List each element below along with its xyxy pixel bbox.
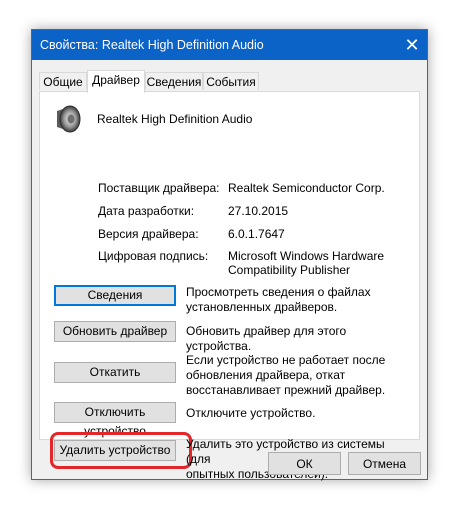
cancel-button[interactable]: Отмена — [348, 452, 421, 475]
tab-details[interactable]: Сведения — [145, 72, 203, 90]
update-driver-description: Обновить драйвер для этого устройства. — [186, 324, 406, 354]
title-bar[interactable]: Свойства: Realtek High Definition Audio … — [32, 30, 427, 60]
date-label: Дата разработки: — [98, 204, 195, 218]
tab-events[interactable]: События — [203, 72, 259, 90]
signature-value-line1: Microsoft Windows Hardware — [228, 249, 385, 263]
signature-label: Цифровая подпись: — [98, 249, 209, 263]
signature-value: Microsoft Windows Hardware Compatibility… — [228, 249, 384, 277]
signature-value-line2: Compatibility Publisher — [228, 263, 351, 277]
rollback-description: Если устройство не работает после обновл… — [186, 353, 406, 398]
details-desc-line2: установленных драйверов. — [186, 300, 338, 314]
rollback-desc-line1: Если устройство не работает после — [186, 353, 386, 367]
disable-device-button[interactable]: Отключить устройство — [54, 402, 176, 438]
details-description: Просмотреть сведения о файлах установлен… — [186, 285, 406, 315]
update-driver-button[interactable]: Обновить драйвер — [54, 321, 176, 342]
update-desc-line1: Обновить драйвер для этого устройства. — [186, 324, 347, 353]
rollback-desc-line3: восстанавливает прежний драйвер. — [186, 383, 386, 397]
rollback-desc-line2: обновления драйвера, откат — [186, 368, 346, 382]
close-button[interactable]: ✕ — [397, 30, 427, 60]
rollback-button[interactable]: Откатить — [54, 362, 176, 383]
device-name: Realtek High Definition Audio — [97, 112, 253, 126]
ok-button[interactable]: ОК — [268, 452, 341, 475]
speaker-icon — [57, 105, 81, 133]
close-icon: ✕ — [404, 34, 420, 55]
disable-desc-line1: Отключите устройство. — [186, 406, 316, 420]
provider-value: Realtek Semiconductor Corp. — [228, 181, 385, 195]
details-desc-line1: Просмотреть сведения о файлах — [186, 285, 371, 299]
details-button[interactable]: Сведения — [54, 285, 176, 306]
version-value: 6.0.1.7647 — [228, 227, 285, 241]
properties-dialog: Свойства: Realtek High Definition Audio … — [31, 29, 428, 481]
date-value: 27.10.2015 — [228, 204, 289, 218]
provider-label: Поставщик драйвера: — [98, 181, 220, 195]
version-label: Версия драйвера: — [98, 227, 199, 241]
window-title: Свойства: Realtek High Definition Audio — [40, 38, 264, 52]
disable-device-description: Отключите устройство. — [186, 406, 406, 421]
tab-driver[interactable]: Драйвер — [87, 70, 145, 93]
tab-general[interactable]: Общие — [39, 72, 87, 90]
uninstall-device-button[interactable]: Удалить устройство — [54, 440, 176, 461]
driver-tab-panel: Realtek High Definition Audio Поставщик … — [39, 91, 420, 481]
